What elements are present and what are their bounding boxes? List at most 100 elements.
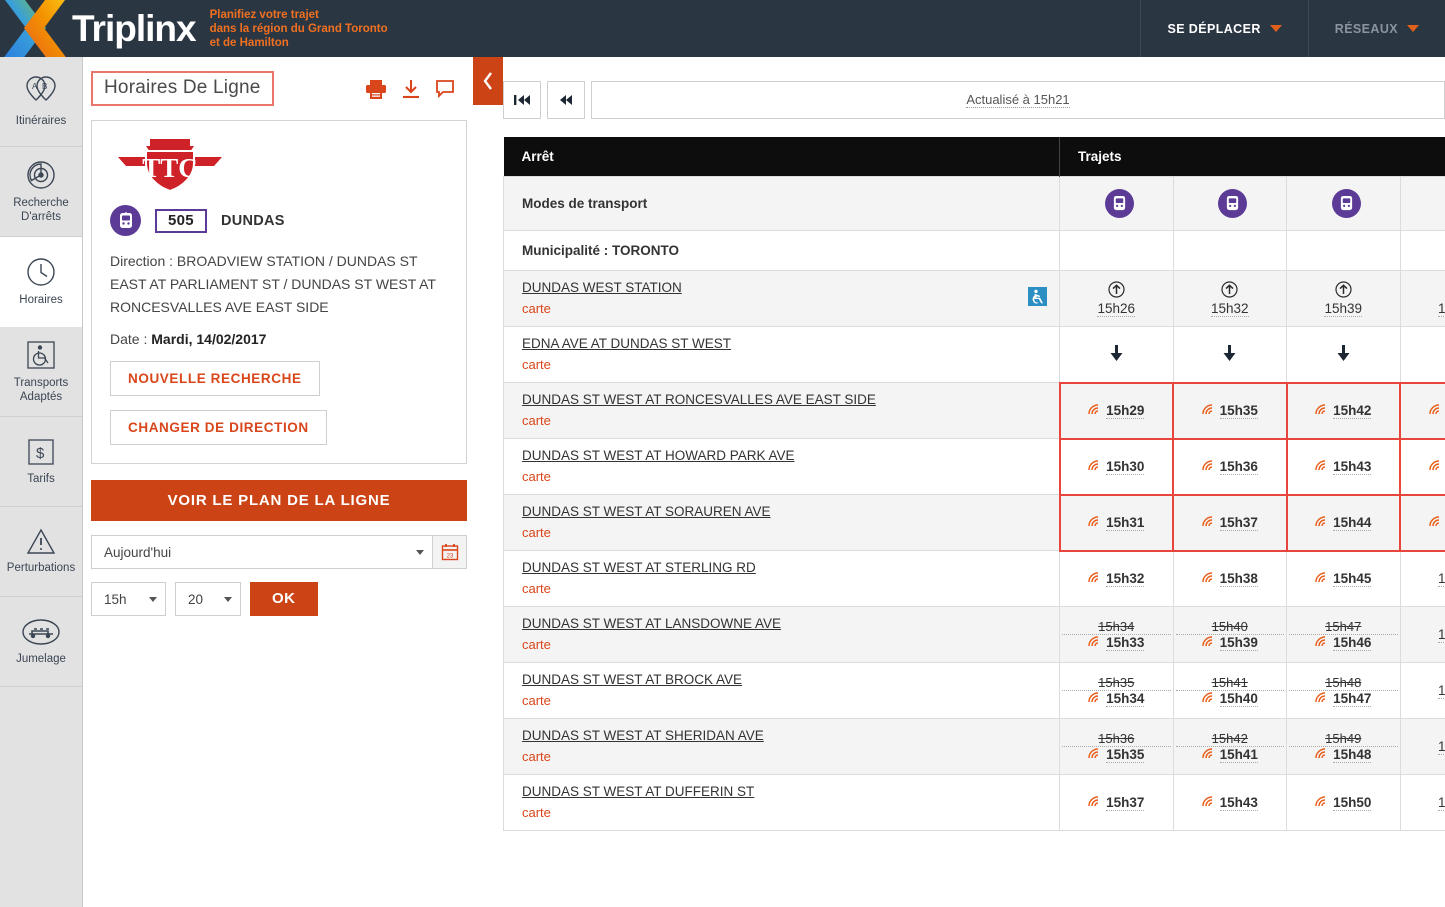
stop-map-link[interactable]: carte [522, 637, 551, 652]
trip-time-cell[interactable]: 15h26 [1059, 270, 1174, 327]
realtime-icon [1088, 571, 1101, 586]
print-icon[interactable] [365, 79, 387, 99]
trip-time-cell[interactable]: 15h30 [1058, 437, 1174, 496]
trip-time: 15h53 [1437, 627, 1445, 643]
stop-map-link[interactable]: carte [522, 525, 551, 540]
topnav-reseaux[interactable]: RÉSEAUX [1307, 0, 1445, 57]
stop-name-link[interactable]: DUNDAS ST WEST AT RONCESVALLES AVE EAST … [522, 392, 1047, 407]
trip-time-cell[interactable]: 15h41 15h40 [1172, 662, 1287, 719]
trip-time-cell[interactable]: 15h50 [1399, 493, 1445, 552]
trip-time-cell[interactable]: 15h44 [1285, 493, 1401, 552]
day-select[interactable]: Aujourd'hui [91, 535, 433, 569]
triplinx-logo-icon[interactable] [0, 0, 72, 57]
download-icon[interactable] [401, 79, 421, 99]
trip-time-cell[interactable]: 15h38 [1172, 550, 1287, 607]
trip-time-cell[interactable]: 15h29 [1058, 381, 1174, 440]
trip-time-cell[interactable]: 15h40 15h39 [1172, 606, 1287, 663]
trip-time: 15h39 [1219, 634, 1258, 651]
trip-time: 15h47 [1333, 690, 1372, 707]
chevron-down-icon [1407, 25, 1419, 32]
stop-name-link[interactable]: DUNDAS ST WEST AT SHERIDAN AVE [522, 728, 1047, 743]
trip-time-cell[interactable]: 15h48 15h47 [1286, 662, 1401, 719]
realtime-icon [1315, 459, 1328, 474]
stop-name-link[interactable]: EDNA AVE AT DUNDAS ST WEST [522, 336, 1047, 351]
stop-name-link[interactable]: DUNDAS ST WEST AT STERLING RD [522, 560, 1047, 575]
trip-time-cell[interactable]: 15h45 [1399, 270, 1445, 327]
trip-time-cell[interactable]: 15h36 [1172, 437, 1288, 496]
sidebar-item-perturbations[interactable]: Perturbations [0, 507, 82, 597]
ok-button[interactable]: OK [250, 582, 318, 616]
trip-time-cell[interactable]: 15h43 [1172, 774, 1287, 831]
stop-name-link[interactable]: DUNDAS ST WEST AT LANSDOWNE AVE [522, 616, 1047, 631]
stop-name-link[interactable]: DUNDAS ST WEST AT BROCK AVE [522, 672, 1047, 687]
stop-map-link[interactable]: carte [522, 469, 551, 484]
trip-time-cell[interactable]: 15h47 15h46 [1286, 606, 1401, 663]
accessibility-icon [1028, 287, 1047, 309]
stop-map-link[interactable]: carte [522, 357, 551, 372]
calendar-button[interactable]: 23 [433, 535, 467, 569]
stop-map-link[interactable]: carte [522, 693, 551, 708]
trip-time: 15h35 [1219, 402, 1258, 419]
trip-time-cell[interactable]: 15h35 15h34 [1059, 662, 1174, 719]
trip-time-cell[interactable]: 15h56 [1399, 774, 1445, 831]
brand-name[interactable]: Triplinx [72, 0, 197, 57]
collapse-panel-button[interactable] [473, 57, 503, 105]
trip-time-cell[interactable]: 15h32 [1059, 550, 1174, 607]
ab-pin-icon: A B [23, 75, 59, 108]
sidebar-item-horaires[interactable]: Horaires [0, 237, 82, 327]
trip-time-cell[interactable]: 15h55 [1399, 718, 1445, 775]
stop-name-link[interactable]: DUNDAS ST WEST AT DUFFERIN ST [522, 784, 1047, 799]
scheduled-time: 15h47 [1289, 619, 1398, 635]
trip-time-cell[interactable]: 15h42 [1285, 381, 1401, 440]
trip-time-cell[interactable]: 15h43 [1285, 437, 1401, 496]
comment-icon[interactable] [435, 79, 455, 99]
stop-cell: DUNDAS ST WEST AT SHERIDAN AVE carte [503, 718, 1060, 775]
view-line-map-button[interactable]: VOIR LE PLAN DE LA LIGNE [91, 480, 467, 521]
stop-map-link[interactable]: carte [522, 749, 551, 764]
trip-time-cell[interactable]: 15h50 [1286, 774, 1401, 831]
trip-time-cell[interactable]: 15h53 [1399, 606, 1445, 663]
trip-time-cell[interactable]: 15h49 [1399, 437, 1445, 496]
trip-time-cell[interactable]: 15h32 [1172, 270, 1287, 327]
trip-time-cell[interactable]: 15h35 [1172, 381, 1288, 440]
trip-time: 15h50 [1333, 794, 1372, 811]
sidebar-item-tarifs[interactable]: $ Tarifs [0, 417, 82, 507]
change-direction-button[interactable]: CHANGER DE DIRECTION [110, 410, 327, 445]
stop-name-link[interactable]: DUNDAS ST WEST AT HOWARD PARK AVE [522, 448, 1047, 463]
stop-name-link[interactable]: DUNDAS ST WEST AT SORAUREN AVE [522, 504, 1047, 519]
stop-map-link[interactable]: carte [522, 301, 551, 316]
refresh-status-bar[interactable]: Actualisé à 15h21 [591, 81, 1445, 119]
trip-time-cell[interactable]: 15h42 15h41 [1172, 718, 1287, 775]
time-selector-row: 15h 20 OK [91, 582, 467, 616]
trip-time-cell[interactable]: 15h54 [1399, 662, 1445, 719]
line-schedule-panel: Horaires De Ligne TTC 505 DUNDAS Directi… [83, 57, 503, 907]
trip-time-cell[interactable]: 15h48 [1399, 381, 1445, 440]
schedule-table: Arrêt Trajets Modes de transport Municip… [503, 137, 1445, 831]
trip-time-cell[interactable]: 15h39 [1286, 270, 1401, 327]
stop-name-link[interactable]: DUNDAS WEST STATION [522, 280, 1028, 295]
trip-time-cell[interactable]: 15h49 15h48 [1286, 718, 1401, 775]
trip-time-cell[interactable]: 15h34 15h33 [1059, 606, 1174, 663]
trip-time: 15h26 [1097, 301, 1136, 317]
sidebar-item-jumelage[interactable]: Jumelage [0, 597, 82, 687]
sidebar-item-transports-adaptes[interactable]: Transports Adaptés [0, 327, 82, 417]
trip-time-cell[interactable]: 15h31 [1058, 493, 1174, 552]
stop-map-link[interactable]: carte [522, 581, 551, 596]
trip-time-cell[interactable]: 15h36 15h35 [1059, 718, 1174, 775]
stop-map-link[interactable]: carte [522, 413, 551, 428]
minute-select[interactable]: 20 [175, 582, 241, 616]
topnav-se-deplacer[interactable]: SE DÉPLACER [1140, 0, 1307, 57]
hour-select[interactable]: 15h [91, 582, 166, 616]
trip-time: 15h54 [1437, 683, 1445, 699]
new-search-button[interactable]: NOUVELLE RECHERCHE [110, 361, 320, 396]
stop-map-link[interactable]: carte [522, 805, 551, 820]
sidebar-item-recherche-darrets[interactable]: Recherche D'arrêts [0, 147, 82, 237]
trip-time-cell[interactable]: 15h37 [1059, 774, 1174, 831]
sidebar-item-itineraires[interactable]: A B Itinéraires [0, 57, 82, 147]
trip-time-cell[interactable]: 15h37 [1172, 493, 1288, 552]
trip-time-cell[interactable]: 15h51 [1399, 550, 1445, 607]
first-page-button[interactable] [503, 81, 541, 119]
previous-page-button[interactable] [547, 81, 585, 119]
trip-time-cell[interactable]: 15h45 [1286, 550, 1401, 607]
depart-icon [1403, 281, 1445, 301]
